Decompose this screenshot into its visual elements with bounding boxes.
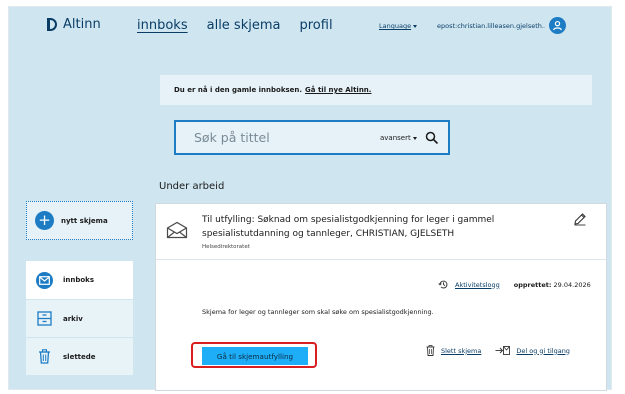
sidebar-item-slettede[interactable]: slettede: [26, 337, 133, 375]
card-header: Til utfylling: Søknad om spesialistgodkj…: [156, 204, 606, 260]
altinn-logo-icon: [47, 18, 57, 31]
language-selector[interactable]: Language: [379, 22, 418, 30]
sidebar-item-innboks[interactable]: innboks: [26, 261, 133, 299]
main-nav: innboks alle skjema profil: [137, 18, 333, 33]
caret-down-icon: [412, 136, 417, 140]
sidebar-item-label: innboks: [63, 276, 95, 284]
created-info: opprettet: 29.04.2026: [514, 281, 591, 289]
sidebar-item-label: slettede: [63, 352, 96, 361]
user-icon[interactable]: [549, 17, 566, 34]
sidebar-nav: innboks arkiv slettede: [26, 261, 133, 375]
notice-text: Du er nå i den gamle innboksen.: [174, 86, 303, 94]
created-label: opprettet:: [513, 280, 552, 289]
history-icon: [438, 280, 448, 289]
card-meta: Aktivitetslogg opprettet: 29.04.2026: [438, 279, 591, 290]
search-icon[interactable]: [424, 130, 440, 146]
archive-icon: [37, 311, 52, 326]
advanced-search-toggle[interactable]: avansert: [380, 134, 417, 142]
form-card: Til utfylling: Søknad om spesialistgodkj…: [155, 203, 607, 391]
form-organization: Helsedirektoratet: [202, 244, 250, 250]
sidebar-item-label: arkiv: [63, 314, 83, 323]
new-altinn-link[interactable]: Gå til nye Altinn.: [305, 86, 371, 94]
go-to-form-button[interactable]: Gå til skjemautfylling: [202, 347, 308, 365]
share-access-action[interactable]: Del og gi tilgang: [495, 345, 570, 356]
envelope-icon: [166, 221, 188, 239]
logo-text: Altinn: [63, 17, 101, 32]
language-label: Language: [379, 22, 412, 30]
nav-alle-skjema[interactable]: alle skjema: [207, 18, 281, 33]
chevron-down-icon: [413, 24, 418, 28]
card-actions: Slett skjema Del og gi tilgang: [426, 345, 570, 356]
plus-icon: +: [35, 211, 54, 230]
form-description: Skjema for leger og tannleger som skal s…: [202, 308, 434, 316]
section-title-under-arbeid: Under arbeid: [159, 181, 225, 192]
activity-log-link[interactable]: Aktivitetslogg: [455, 281, 500, 289]
search-input[interactable]: [194, 130, 354, 145]
user-glyph-icon: [553, 20, 562, 31]
share-icon: [495, 346, 511, 355]
advanced-label: avansert: [380, 134, 411, 142]
search-box: avansert: [174, 120, 450, 155]
altinn-logo[interactable]: Altinn: [47, 17, 101, 32]
delete-form-action[interactable]: Slett skjema: [426, 345, 481, 356]
new-form-button[interactable]: + nytt skjema: [26, 201, 133, 240]
form-title[interactable]: Til utfylling: Søknad om spesialistgodkj…: [202, 213, 532, 241]
share-access-label: Del og gi tilgang: [516, 346, 570, 355]
app-frame: Altinn innboks alle skjema profil Langua…: [8, 6, 613, 391]
new-form-label: nytt skjema: [61, 216, 108, 225]
trash-icon: [426, 345, 435, 356]
edit-icon[interactable]: [573, 212, 587, 226]
trash-icon: [39, 349, 50, 364]
delete-form-label: Slett skjema: [441, 346, 482, 355]
old-inbox-notice: Du er nå i den gamle innboksen. Gå til n…: [160, 75, 592, 105]
sidebar-item-arkiv[interactable]: arkiv: [26, 299, 133, 337]
top-bar: Altinn innboks alle skjema profil Langua…: [9, 7, 613, 43]
user-email[interactable]: epost:christian.lilleasen.gjelseth...: [437, 22, 545, 30]
nav-profil[interactable]: profil: [299, 18, 332, 33]
created-date: 29.04.2026: [553, 280, 591, 289]
inbox-icon: [36, 271, 53, 289]
nav-innboks[interactable]: innboks: [137, 18, 188, 33]
